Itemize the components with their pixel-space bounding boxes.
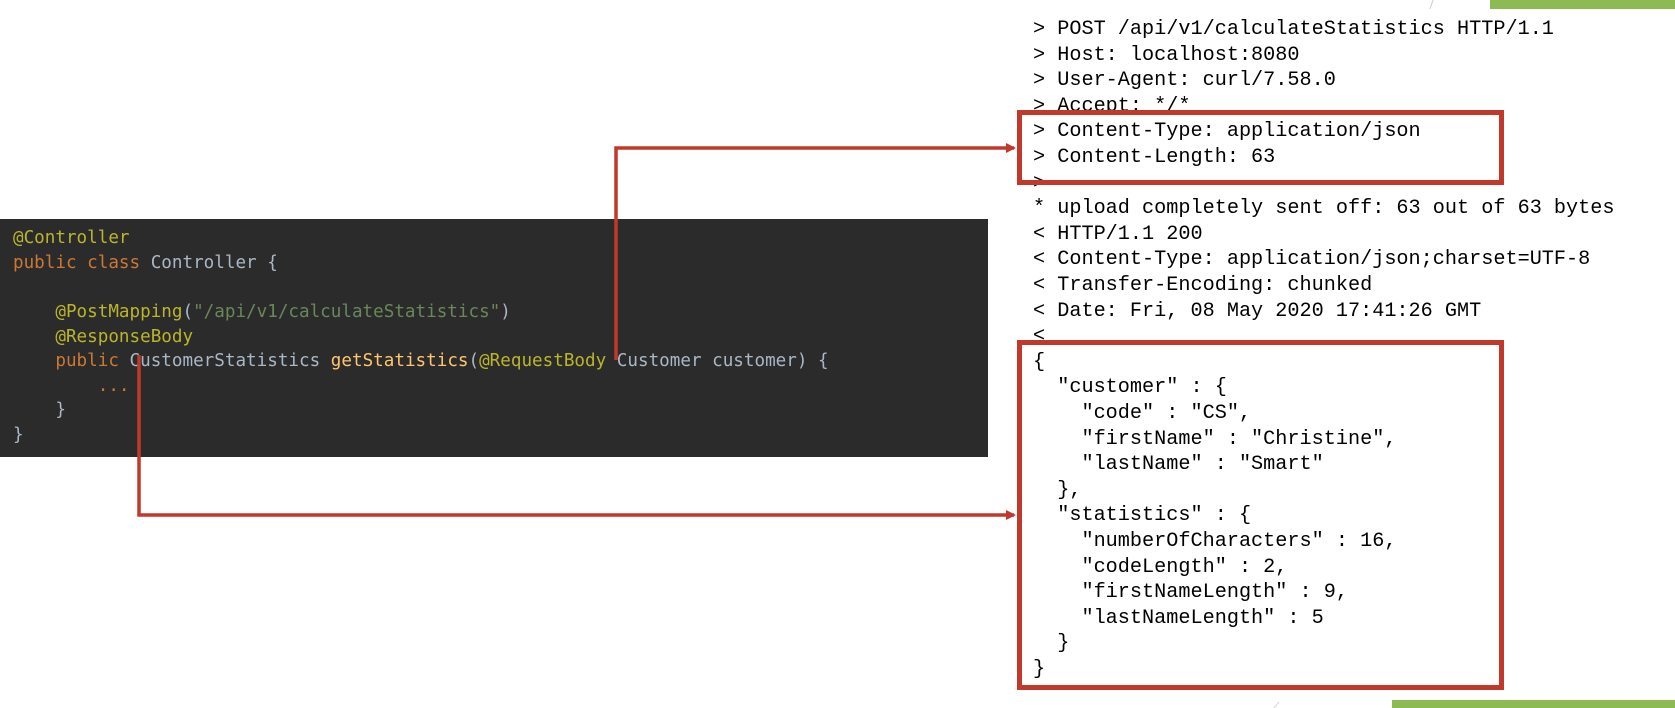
annotation-requestbody: @RequestBody <box>479 351 607 371</box>
code-line: } <box>13 399 66 421</box>
decorative-line <box>1267 702 1280 708</box>
http-line: < Content-Type: application/json;charset… <box>1033 248 1591 271</box>
http-line: > POST /api/v1/calculateStatistics HTTP/… <box>1033 18 1554 41</box>
code-line: @PostMapping("/api/v1/calculateStatistic… <box>13 301 511 323</box>
http-line: < HTTP/1.1 200 <box>1033 223 1203 246</box>
http-line: * upload completely sent off: 63 out of … <box>1033 197 1615 220</box>
http-line: > User-Agent: curl/7.58.0 <box>1033 69 1336 92</box>
paren: ( <box>182 302 194 322</box>
return-type: CustomerStatistics <box>118 351 331 371</box>
http-line: < Transfer-Encoding: chunked <box>1033 274 1373 297</box>
response-body-highlight-box <box>1017 340 1504 690</box>
method-name: getStatistics <box>330 351 469 371</box>
keyword: public <box>55 351 119 371</box>
code-line: public CustomerStatistics getStatistics(… <box>13 350 829 372</box>
paren: ) <box>500 302 511 322</box>
slide: @Controller public class Controller { @P… <box>0 0 1675 708</box>
http-line: > Host: localhost:8080 <box>1033 44 1300 67</box>
http-line: < Date: Fri, 08 May 2020 17:41:26 GMT <box>1033 300 1482 323</box>
code-line: ... <box>13 375 130 397</box>
class-name: Controller { <box>140 253 278 273</box>
code-line: @Controller <box>13 227 130 249</box>
paren: ( <box>468 351 480 371</box>
decorative-bar-bottom <box>1392 700 1675 708</box>
brace: } <box>55 400 66 420</box>
code-line: @ResponseBody <box>13 326 193 348</box>
endpoint-string: "/api/v1/calculateStatistics" <box>193 302 501 322</box>
method-params: Customer customer) { <box>606 351 829 371</box>
code-line: } <box>13 424 24 446</box>
code-line: public class Controller { <box>13 252 278 274</box>
brace: } <box>13 425 24 445</box>
decorative-line <box>1423 0 1434 9</box>
annotation-controller: @Controller <box>13 228 130 248</box>
annotation-responsebody: @ResponseBody <box>55 327 194 347</box>
request-headers-highlight-box <box>1017 110 1504 185</box>
annotation-postmapping: @PostMapping <box>55 302 183 322</box>
decorative-bar-top <box>1490 0 1675 9</box>
keyword: public class <box>13 253 141 273</box>
ellipsis: ... <box>97 376 130 396</box>
